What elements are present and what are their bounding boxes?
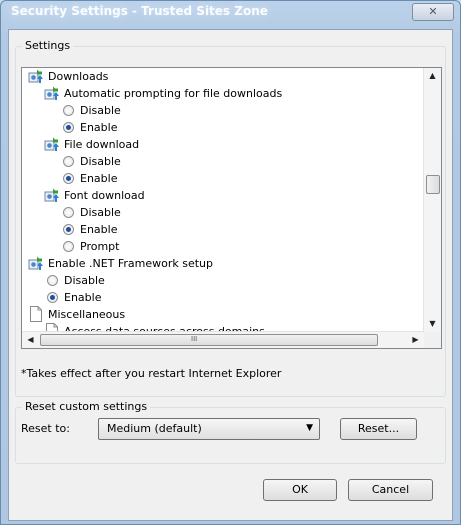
scroll-right-icon[interactable]: ▶	[407, 332, 424, 348]
radio-unchecked-icon[interactable]	[63, 207, 74, 218]
ok-button[interactable]: OK	[263, 479, 337, 501]
tree-item-label: Enable	[80, 172, 118, 185]
horizontal-scroll-thumb[interactable]: III	[40, 334, 378, 346]
gear-icon	[44, 136, 60, 152]
reset-button[interactable]: Reset...	[340, 418, 417, 440]
vertical-scrollbar[interactable]: ▲ ▼	[423, 68, 441, 332]
chevron-down-icon: ▼	[306, 423, 313, 433]
tree-item-label: Enable	[80, 121, 118, 134]
window-title: Security Settings - Trusted Sites Zone	[11, 4, 268, 18]
tree-item-label: Miscellaneous	[48, 308, 126, 321]
tree-item-label: Enable	[80, 223, 118, 236]
scrollbar-corner	[424, 332, 441, 348]
cancel-button[interactable]: Cancel	[348, 479, 433, 501]
radio-unchecked-icon[interactable]	[63, 156, 74, 167]
reset-group-label: Reset custom settings	[22, 400, 151, 413]
tree-item-label: Disable	[80, 206, 121, 219]
tree-item-label: Prompt	[80, 240, 120, 253]
settings-tree-rows: Downloads Automatic prompting for file do…	[22, 68, 424, 332]
restart-note: *Takes effect after you restart Internet…	[21, 367, 282, 380]
gear-icon	[28, 68, 44, 84]
scroll-left-icon[interactable]: ◀	[22, 332, 39, 348]
tree-item-label: Disable	[64, 274, 105, 287]
radio-checked-icon[interactable]	[47, 292, 58, 303]
tree-item-label: Automatic prompting for file downloads	[64, 87, 283, 100]
security-settings-window: Security Settings - Trusted Sites Zone ✕…	[0, 0, 461, 525]
settings-tree-list[interactable]: Downloads Automatic prompting for file do…	[21, 67, 442, 349]
radio-checked-icon[interactable]	[63, 224, 74, 235]
gear-icon	[44, 187, 60, 203]
tree-item-label: Enable .NET Framework setup	[48, 257, 214, 270]
title-bar[interactable]: Security Settings - Trusted Sites Zone ✕	[1, 1, 460, 23]
reset-to-label: Reset to:	[21, 422, 70, 435]
vertical-scroll-thumb[interactable]	[426, 175, 440, 194]
radio-unchecked-icon[interactable]	[63, 241, 74, 252]
tree-item-label: Enable	[64, 291, 102, 304]
scroll-up-icon[interactable]: ▲	[424, 68, 441, 84]
settings-group-label: Settings	[22, 39, 74, 52]
radio-unchecked-icon[interactable]	[63, 105, 74, 116]
close-button[interactable]: ✕	[412, 3, 454, 21]
scroll-down-icon[interactable]: ▼	[424, 316, 441, 332]
scroll-grip-icon: III	[191, 335, 198, 343]
radio-checked-icon[interactable]	[63, 173, 74, 184]
radio-unchecked-icon[interactable]	[47, 275, 58, 286]
reset-level-select[interactable]: Medium (default) ▼	[98, 418, 320, 440]
dialog-body: Settings Downloads Automatic prompting fo…	[8, 29, 453, 521]
gear-icon	[28, 255, 44, 271]
close-icon: ✕	[428, 5, 438, 18]
tree-item-label: Downloads	[48, 70, 109, 83]
horizontal-scrollbar[interactable]: ◀ III ▶	[22, 331, 424, 348]
tree-item-label: Disable	[80, 155, 121, 168]
reset-level-value: Medium (default)	[107, 422, 202, 435]
page-icon	[28, 306, 44, 322]
tree-item-label: Disable	[80, 104, 121, 117]
gear-icon	[44, 85, 60, 101]
radio-checked-icon[interactable]	[63, 122, 74, 133]
tree-item-label: Font download	[64, 189, 145, 202]
tree-item-label: File download	[64, 138, 140, 151]
